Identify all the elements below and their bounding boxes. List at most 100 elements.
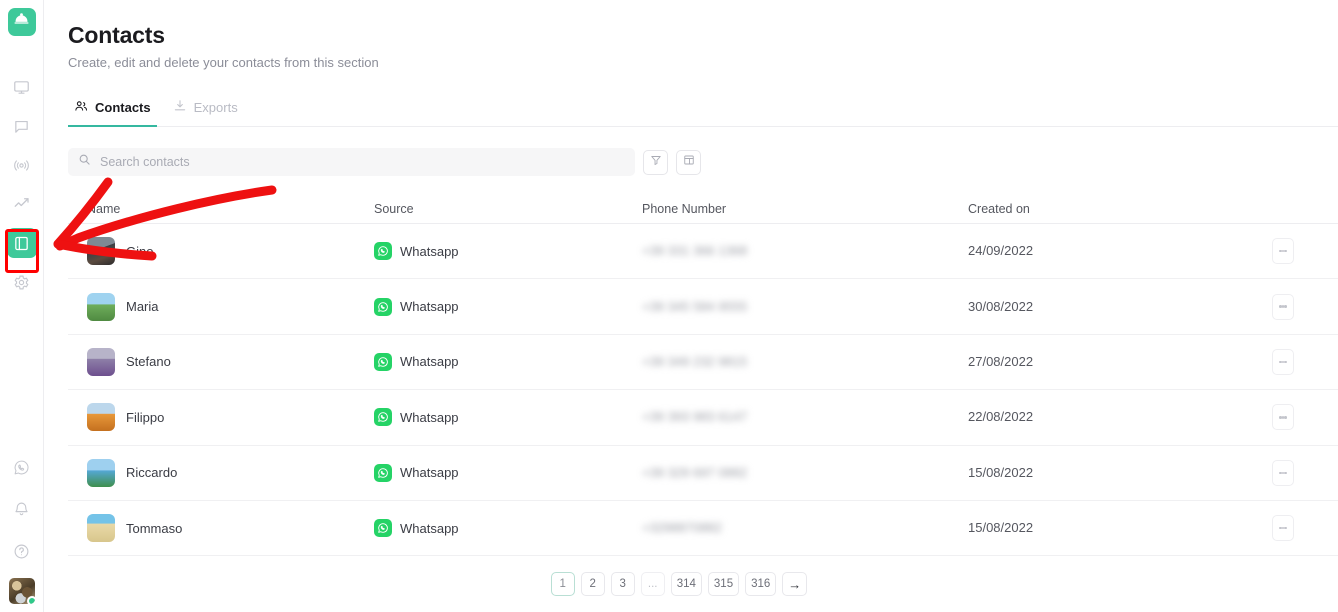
column-header-phone[interactable]: Phone Number [642, 202, 968, 216]
tab-contacts[interactable]: Contacts [68, 91, 163, 126]
tab-bar: Contacts Exports [68, 91, 1338, 127]
app-logo[interactable] [8, 8, 36, 36]
broadcast-icon [13, 157, 30, 174]
table-row[interactable]: Riccardo Whatsapp +39 329 697 0882 15/08/20… [68, 446, 1338, 501]
pagination-page-316[interactable]: 316 [745, 572, 776, 596]
cell-name: Riccardo [68, 459, 374, 487]
table-toolbar: Search contacts [68, 148, 701, 176]
kebab-menu-icon[interactable] [1272, 404, 1294, 430]
cell-phone: +39 331 366 1368 [642, 242, 968, 260]
table-row[interactable]: GinoWhatsapp+39 331 366 136824/09/2022 [68, 224, 1338, 279]
pagination-page-315[interactable]: 315 [708, 572, 739, 596]
dome-logo-icon [13, 11, 30, 33]
cell-created-on: 27/08/2022 [968, 353, 1268, 371]
sidebar-item-notifications[interactable] [7, 494, 37, 524]
contact-avatar [87, 514, 115, 542]
kebab-menu-icon[interactable] [1272, 294, 1294, 320]
contact-phone: +39 329 697 0882 [642, 465, 747, 480]
sidebar-item-broadcast[interactable] [7, 150, 37, 180]
contact-name: Stefano [126, 354, 171, 369]
cell-phone: +39 349 232 9815 [642, 353, 968, 371]
kebab-menu-icon[interactable] [1272, 349, 1294, 375]
cell-created-on: 30/08/2022 [968, 298, 1268, 316]
cell-source: Whatsapp [374, 353, 642, 371]
sidebar [0, 0, 44, 612]
source-label: Whatsapp [400, 244, 459, 259]
column-header-source[interactable]: Source [374, 202, 642, 216]
pagination-page-1[interactable]: 1 [551, 572, 575, 596]
cell-actions [1268, 515, 1338, 541]
cell-phone: +3298870882 [642, 519, 968, 537]
pagination-ellipsis: ... [641, 572, 665, 596]
contact-phone: +39 331 366 1368 [642, 243, 747, 258]
pagination-page-314[interactable]: 314 [671, 572, 702, 596]
kebab-menu-icon[interactable] [1272, 515, 1294, 541]
pagination-page-2[interactable]: 2 [581, 572, 605, 596]
kebab-menu-icon[interactable] [1272, 460, 1294, 486]
sidebar-item-analytics[interactable] [7, 189, 37, 219]
sidebar-item-dashboard[interactable] [7, 72, 37, 102]
contact-phone: +39 393 983 6147 [642, 409, 747, 424]
cell-source: Whatsapp [374, 464, 642, 482]
page-header: Contacts Create, edit and delete your co… [44, 0, 1338, 70]
help-circle-icon [13, 543, 30, 560]
contacts-page: Contacts Create, edit and delete your co… [0, 0, 1338, 612]
cell-created-on: 24/09/2022 [968, 242, 1268, 260]
cell-name: Stefano [68, 348, 374, 376]
contacts-book-icon [13, 235, 30, 252]
page-title: Contacts [68, 22, 1338, 49]
avatar[interactable] [9, 578, 35, 604]
contact-avatar [87, 403, 115, 431]
contact-created-on: 22/08/2022 [968, 409, 1033, 424]
cell-source: Whatsapp [374, 519, 642, 537]
sidebar-item-settings[interactable] [7, 267, 37, 297]
tab-exports[interactable]: Exports [167, 91, 250, 126]
contact-created-on: 15/08/2022 [968, 520, 1033, 535]
table-body: GinoWhatsapp+39 331 366 136824/09/2022Ma… [68, 224, 1338, 556]
pagination-next-button[interactable]: → [782, 572, 807, 596]
cell-name: Filippo [68, 403, 374, 431]
source-label: Whatsapp [400, 521, 459, 536]
contact-avatar [87, 237, 115, 265]
pagination-page-3[interactable]: 3 [611, 572, 635, 596]
contact-avatar [87, 348, 115, 376]
funnel-icon [650, 153, 662, 171]
tab-exports-label: Exports [194, 100, 238, 115]
contact-name: Filippo [126, 410, 164, 425]
cell-created-on: 22/08/2022 [968, 408, 1268, 426]
table-header-row: Name Source Phone Number Created on [68, 194, 1338, 224]
table-row[interactable]: Filippo Whatsapp +39 393 983 6147 22/08/202… [68, 390, 1338, 445]
search-input[interactable]: Search contacts [68, 148, 635, 176]
trending-up-icon [13, 195, 31, 213]
sidebar-item-whatsapp-channel[interactable] [7, 452, 37, 482]
kebab-menu-icon[interactable] [1272, 238, 1294, 264]
contact-name: Maria [126, 299, 159, 314]
table-row[interactable]: Stefano Whatsapp +39 349 232 9815 27/08/202… [68, 335, 1338, 390]
sidebar-item-contacts[interactable] [7, 228, 37, 258]
whatsapp-icon [374, 408, 392, 426]
sidebar-item-chats[interactable] [7, 111, 37, 141]
source-label: Whatsapp [400, 465, 459, 480]
cell-created-on: 15/08/2022 [968, 464, 1268, 482]
sidebar-item-help[interactable] [7, 536, 37, 566]
filter-button[interactable] [643, 150, 668, 175]
column-header-created-on[interactable]: Created on [968, 202, 1268, 216]
cell-name: Tommaso [68, 514, 374, 542]
page-subtitle: Create, edit and delete your contacts fr… [68, 55, 1338, 70]
columns-button[interactable] [676, 150, 701, 175]
monitor-icon [13, 79, 30, 96]
source-label: Whatsapp [400, 410, 459, 425]
contact-name: Riccardo [126, 465, 177, 480]
column-header-name[interactable]: Name [68, 202, 374, 216]
table-row[interactable]: Tommaso Whatsapp +3298870882 15/08/2022 [68, 501, 1338, 556]
contact-phone: +3298870882 [642, 520, 722, 535]
whatsapp-icon [374, 464, 392, 482]
whatsapp-icon [374, 353, 392, 371]
source-label: Whatsapp [400, 354, 459, 369]
contact-created-on: 27/08/2022 [968, 354, 1033, 369]
cell-source: Whatsapp [374, 242, 642, 260]
contact-created-on: 15/08/2022 [968, 465, 1033, 480]
cell-actions [1268, 404, 1338, 430]
table-row[interactable]: MariaWhatsapp+39 345 584 955530/08/2022 [68, 279, 1338, 334]
contact-phone: +39 349 232 9815 [642, 354, 747, 369]
